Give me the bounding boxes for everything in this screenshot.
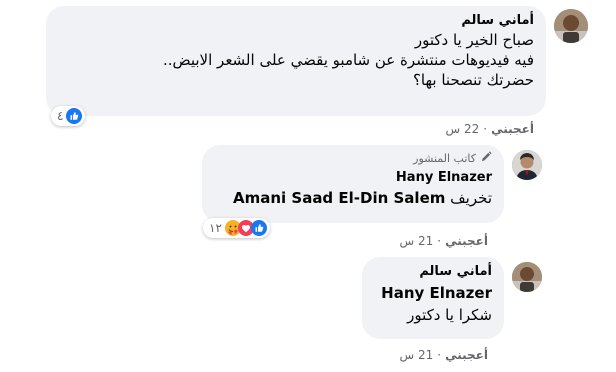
pencil-icon — [476, 151, 492, 166]
comment-bubble-2: كاتب المنشور Hany Elnazer تخريف Amani Sa… — [202, 145, 504, 223]
comment-text-line: صباح الخير يا دكتور — [414, 31, 534, 49]
profile-photo — [554, 9, 588, 43]
comment-text-line: فيه فيديوهات منتشرة عن شامبو يقضي على ال… — [162, 51, 534, 69]
comment-text-arabic: تخريف — [450, 189, 492, 207]
comment-meta-1: أعجبني·22 س — [445, 122, 534, 136]
comment-bubble-1: أماني سالم صباح الخير يا دكتور فيه فيديو… — [46, 6, 546, 116]
like-button[interactable]: أعجبني — [491, 122, 534, 136]
avatar-amani-2[interactable] — [512, 262, 542, 292]
profile-photo — [512, 150, 542, 180]
author-badge-label: كاتب المنشور — [413, 152, 476, 165]
comment-meta-2: أعجبني·21 س — [399, 234, 488, 248]
avatar-amani-1[interactable] — [554, 9, 588, 43]
like-button[interactable]: أعجبني — [445, 234, 488, 248]
profile-photo — [512, 262, 542, 292]
author-badge: كاتب المنشور — [214, 151, 492, 166]
comment-author[interactable]: Hany Elnazer — [214, 170, 492, 185]
timestamp[interactable]: 21 س — [400, 234, 434, 248]
mention-link[interactable]: Hany Elnazer — [381, 284, 492, 302]
comment-bubble-3: أماني سالم Hany Elnazer شكرا يا دكتور — [362, 257, 504, 339]
comment-meta-3: أعجبني·21 س — [399, 348, 488, 362]
like-icon — [66, 108, 83, 124]
comment-text: تخريف Amani Saad El-Din Salem — [214, 188, 492, 208]
like-button[interactable]: أعجبني — [445, 348, 488, 362]
timestamp[interactable]: 22 س — [446, 122, 480, 136]
comment-author[interactable]: أماني سالم — [374, 264, 492, 279]
avatar-hany[interactable] — [512, 150, 542, 180]
reaction-summary-1[interactable]: ٤ — [51, 106, 86, 126]
comment-text: شكرا يا دكتور — [407, 306, 492, 324]
like-icon — [250, 220, 267, 236]
comment-author[interactable]: أماني سالم — [58, 13, 534, 28]
comment-text-line: حضرتك تنصحنا بها؟ — [412, 71, 534, 89]
mention-link[interactable]: Amani Saad El-Din Salem — [233, 188, 445, 208]
reaction-count: ١٢ — [209, 221, 222, 235]
timestamp[interactable]: 21 س — [400, 348, 434, 362]
comment-mention-line: Hany Elnazer — [374, 283, 492, 302]
reaction-summary-2[interactable]: ١٢ — [203, 218, 270, 238]
reaction-count: ٤ — [57, 109, 64, 123]
